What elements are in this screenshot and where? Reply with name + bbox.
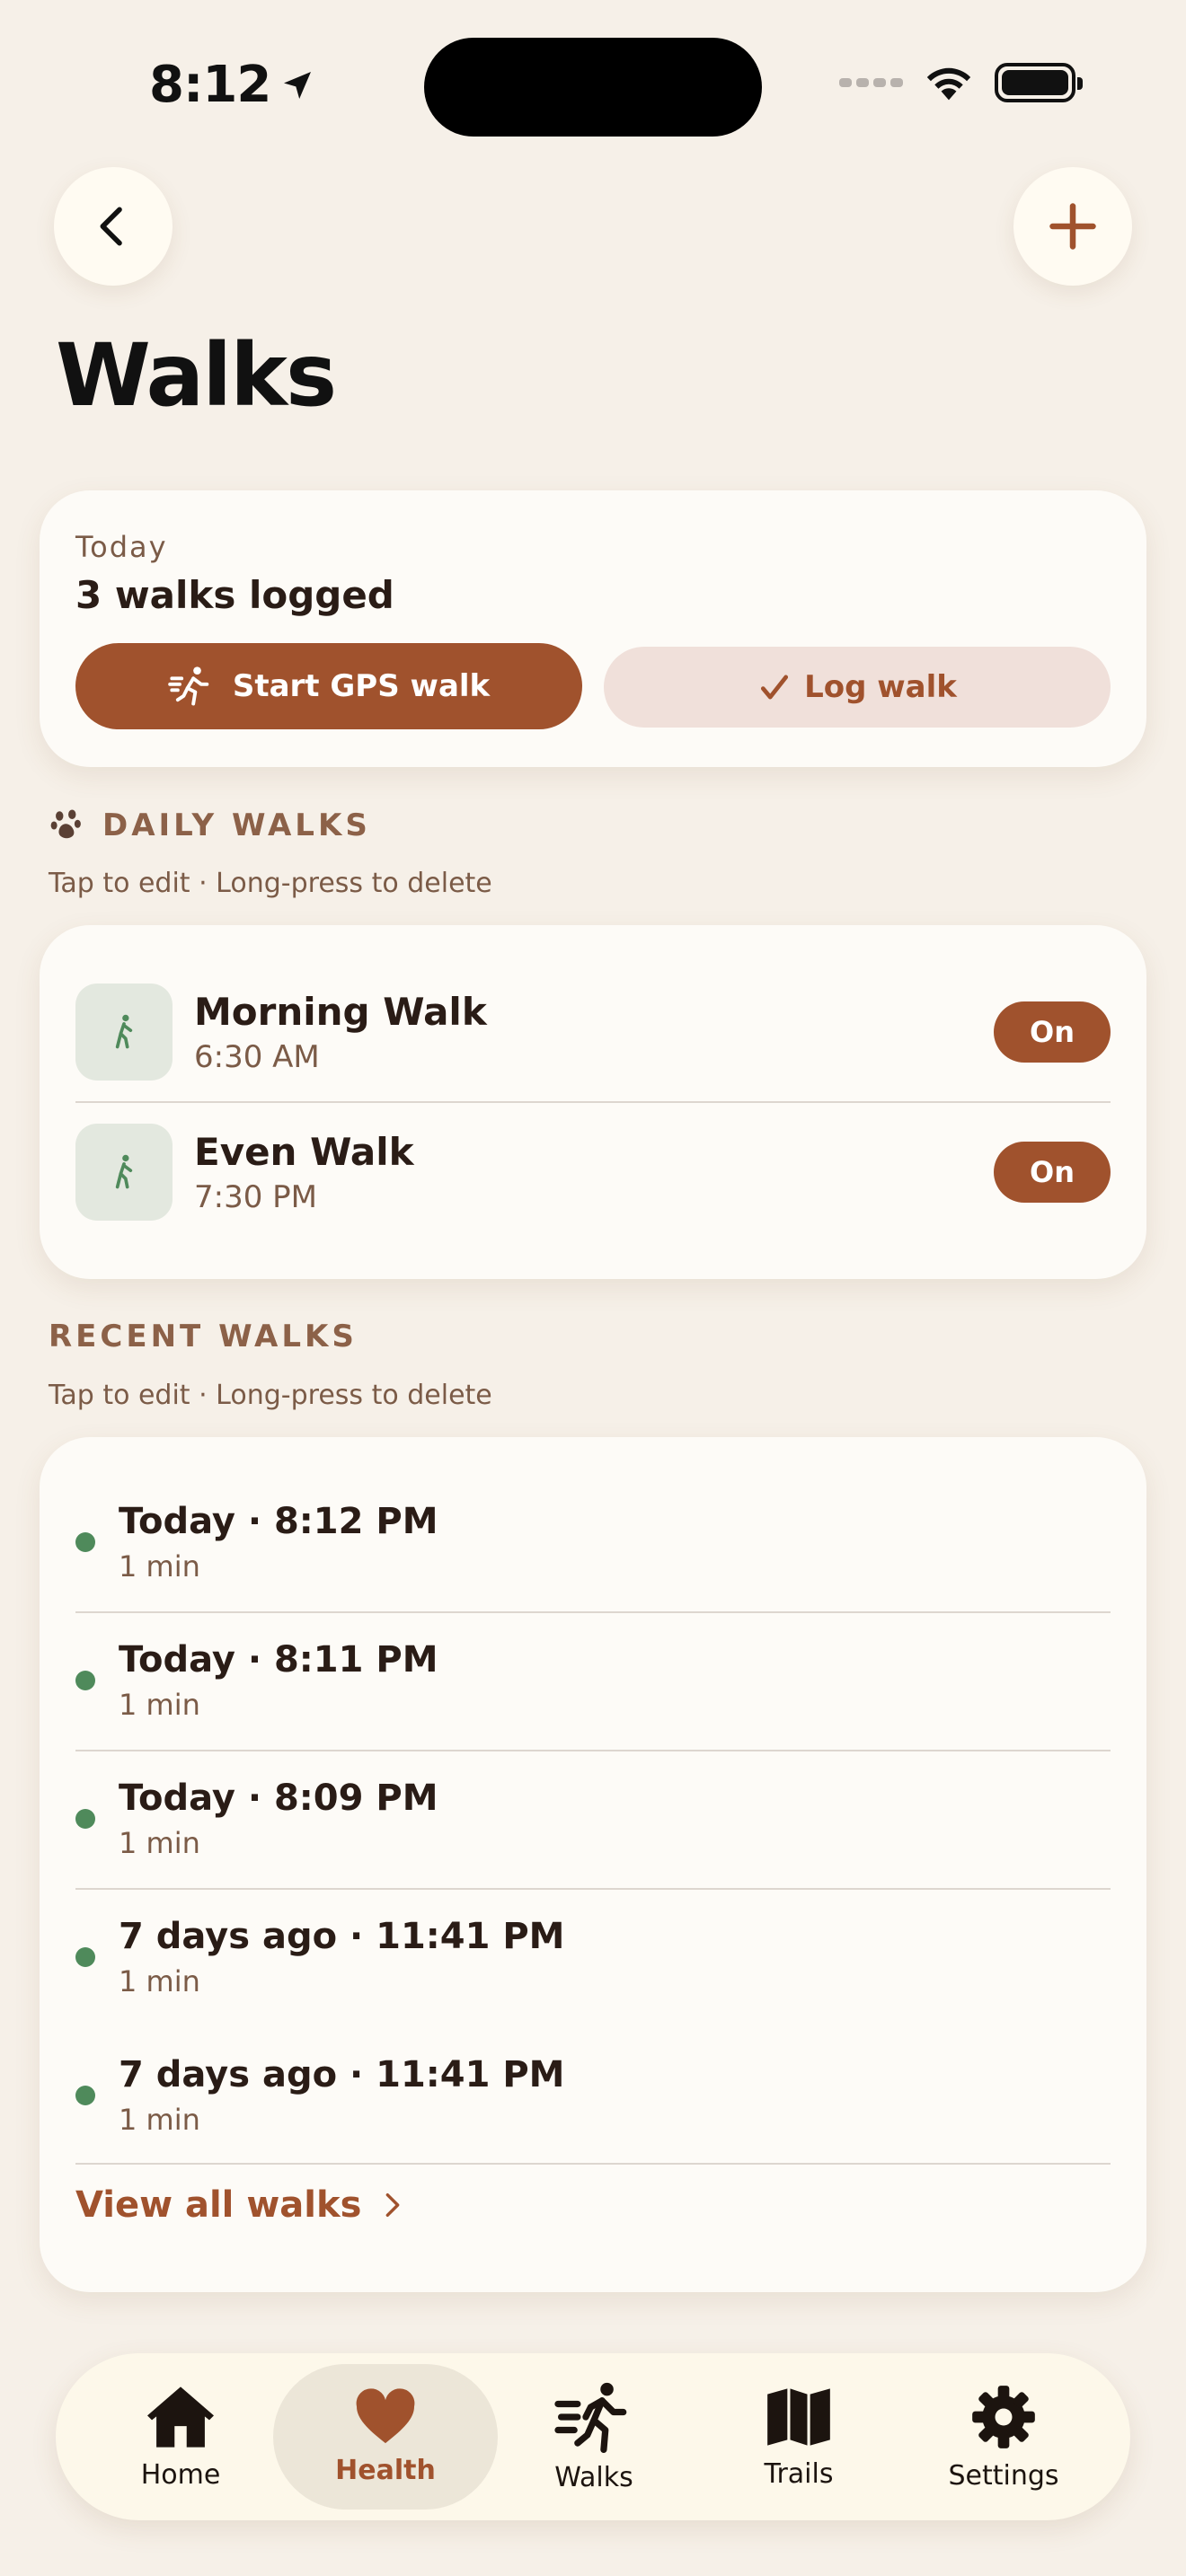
tab-trails-label: Trails [764, 2457, 834, 2490]
recent-walk-item[interactable]: Today · 8:09 PM 1 min [75, 1750, 1111, 1888]
daily-walks-heading-text: DAILY WALKS [102, 807, 371, 843]
recent-walk-item[interactable]: Today · 8:12 PM 1 min [75, 1473, 1111, 1611]
gear-icon [972, 2385, 1035, 2448]
recent-walk-title: 7 days ago · 11:41 PM [119, 2054, 565, 2095]
recent-walk-duration: 1 min [119, 1688, 200, 1722]
divider [75, 2163, 1111, 2165]
status-time-text: 8:12 [149, 56, 271, 114]
add-walk-button[interactable] [1013, 167, 1132, 286]
recent-walk-duration: 1 min [119, 2103, 200, 2137]
status-dot [75, 1532, 95, 1552]
recent-walk-title: 7 days ago · 11:41 PM [119, 1916, 565, 1957]
recent-walk-title: Today · 8:11 PM [119, 1639, 438, 1681]
wifi-icon [926, 67, 971, 101]
daily-walk-item[interactable]: Even Walk 7:30 PM On [75, 1123, 1111, 1222]
paw-icon [50, 809, 81, 839]
status-indicators [839, 63, 1083, 102]
recent-walks-hint: Tap to edit · Long-press to delete [49, 1380, 492, 1411]
divider [75, 1101, 1111, 1103]
recent-walk-item[interactable]: Today · 8:11 PM 1 min [75, 1611, 1111, 1750]
walk-toggle[interactable]: On [994, 1001, 1111, 1063]
chevron-right-icon [386, 2192, 400, 2218]
tab-trails[interactable]: Trails [686, 2364, 911, 2510]
tab-walks[interactable]: Walks [482, 2364, 706, 2510]
recent-walk-duration: 1 min [119, 1964, 200, 1998]
log-walk-button[interactable]: Log walk [604, 647, 1111, 728]
cellular-signal-icon [839, 78, 903, 87]
tab-health[interactable]: Health [273, 2364, 498, 2510]
status-dot [75, 2086, 95, 2105]
walking-person-icon [115, 1014, 133, 1049]
walk-name: Even Walk [194, 1129, 414, 1174]
start-gps-walk-label: Start GPS walk [232, 668, 491, 704]
back-button[interactable] [54, 167, 173, 286]
heart-icon [356, 2387, 415, 2443]
walking-icon [554, 2382, 627, 2453]
walk-time: 6:30 AM [194, 1038, 320, 1075]
view-all-walks-link[interactable]: View all walks [75, 2184, 408, 2226]
dynamic-island [424, 38, 762, 137]
daily-walks-hint: Tap to edit · Long-press to delete [49, 868, 492, 899]
tab-health-label: Health [335, 2454, 436, 2486]
recent-walks-heading: RECENT WALKS [49, 1319, 358, 1354]
walk-icon-box [75, 984, 173, 1081]
tab-walks-label: Walks [554, 2461, 633, 2493]
view-all-walks-label: View all walks [75, 2184, 362, 2226]
today-label: Today [75, 530, 168, 564]
log-walk-label: Log walk [804, 669, 957, 705]
battery-icon [995, 63, 1083, 102]
chevron-left-icon [100, 207, 122, 246]
status-dot [75, 1947, 95, 1967]
map-icon [767, 2387, 830, 2446]
tab-settings-label: Settings [948, 2459, 1059, 2492]
daily-walk-item[interactable]: Morning Walk 6:30 AM On [75, 983, 1111, 1081]
status-dot [75, 1671, 95, 1690]
walking-icon [168, 666, 209, 706]
page-title: Walks [56, 325, 337, 426]
walk-time: 7:30 PM [194, 1178, 317, 1215]
status-dot [75, 1809, 95, 1829]
walk-name: Morning Walk [194, 989, 487, 1034]
home-icon [147, 2386, 214, 2448]
location-arrow-icon [284, 71, 312, 99]
tab-home-label: Home [140, 2458, 221, 2491]
recent-walk-duration: 1 min [119, 1549, 200, 1584]
recent-walk-duration: 1 min [119, 1826, 200, 1860]
recent-walk-item[interactable]: 7 days ago · 11:41 PM 1 min [75, 1888, 1111, 2026]
recent-walk-title: Today · 8:09 PM [119, 1778, 438, 1819]
checkmark-icon [761, 675, 789, 700]
tab-home[interactable]: Home [68, 2364, 293, 2510]
recent-walk-title: Today · 8:12 PM [119, 1501, 438, 1542]
walking-person-icon [115, 1154, 133, 1189]
start-gps-walk-button[interactable]: Start GPS walk [75, 643, 582, 729]
plus-icon [1049, 203, 1096, 250]
recent-walk-item[interactable]: 7 days ago · 11:41 PM 1 min [75, 2026, 1111, 2165]
daily-walks-heading: DAILY WALKS [49, 807, 371, 844]
tab-settings[interactable]: Settings [891, 2364, 1116, 2510]
walk-icon-box [75, 1124, 173, 1221]
status-time: 8:12 [149, 56, 315, 114]
today-summary: 3 walks logged [75, 573, 394, 617]
walk-toggle[interactable]: On [994, 1142, 1111, 1203]
